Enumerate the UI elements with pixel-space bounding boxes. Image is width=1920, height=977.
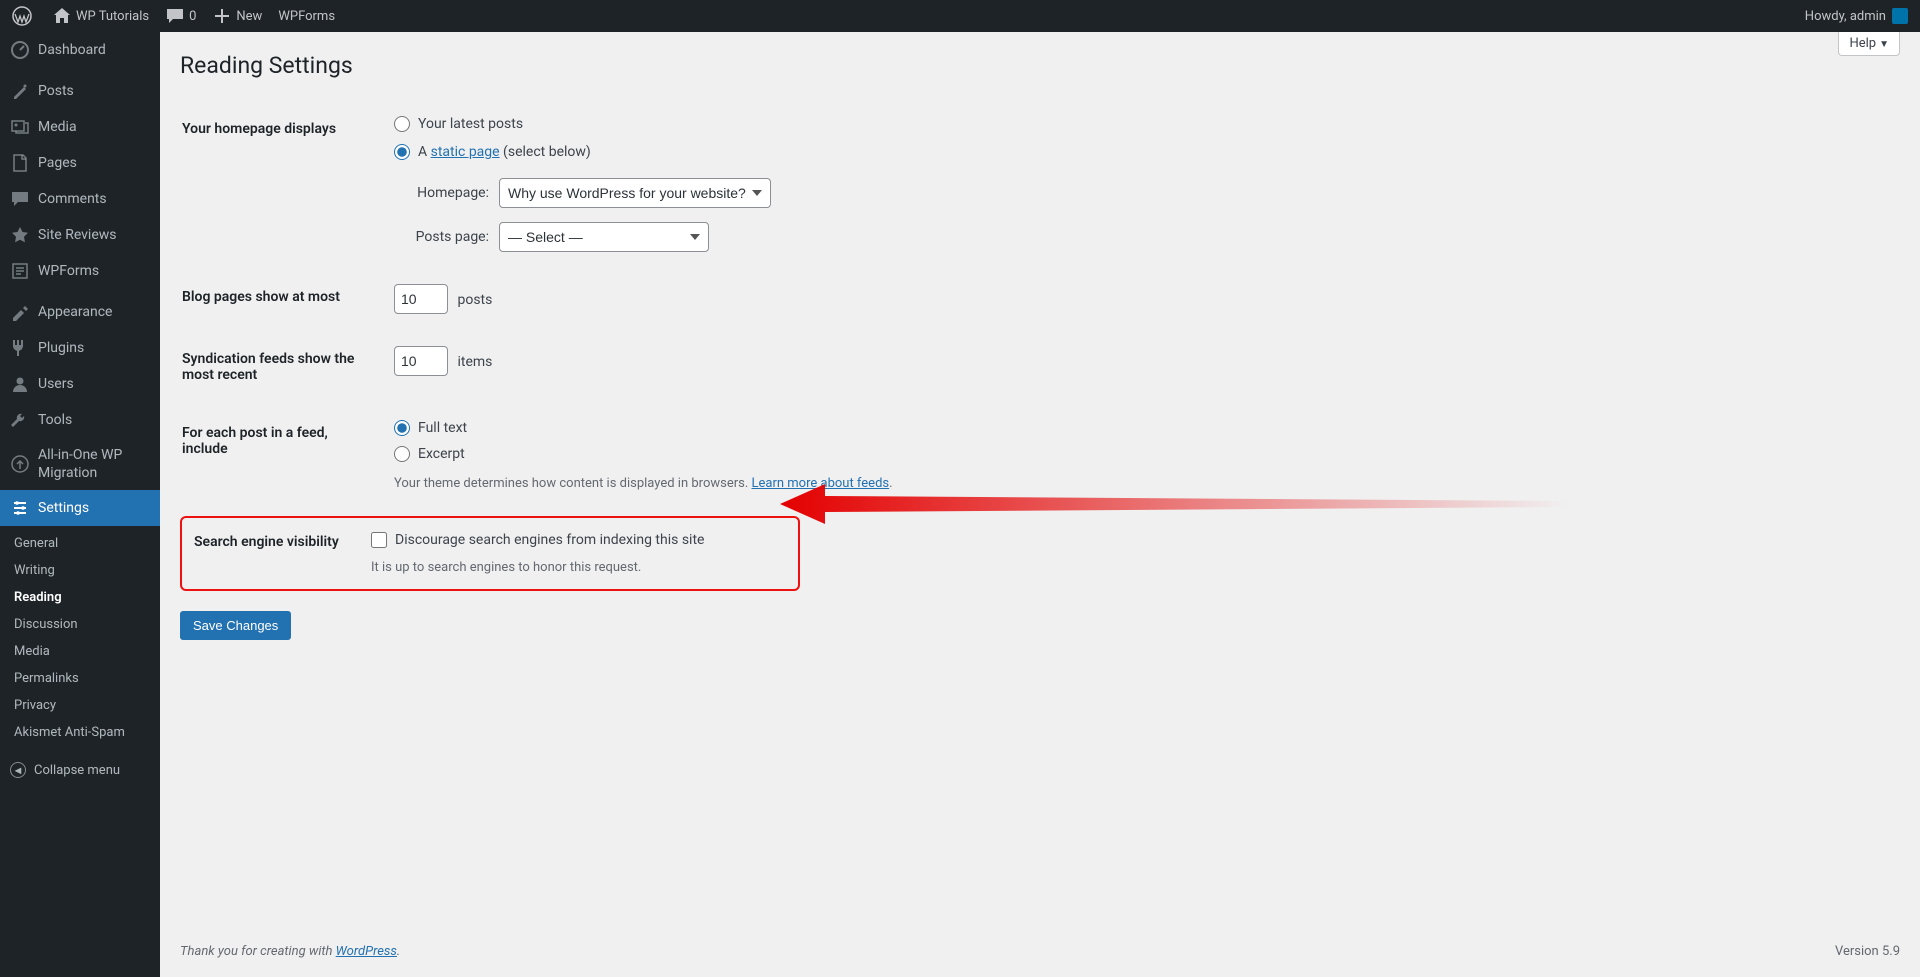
pin-icon [10, 81, 30, 101]
nav-wpforms[interactable]: WPForms [0, 253, 160, 289]
brush-icon [10, 302, 30, 322]
wpforms-icon [10, 261, 30, 281]
homepage-select[interactable]: Why use WordPress for your website? [499, 178, 771, 208]
radio-excerpt-input[interactable] [394, 446, 410, 462]
help-tab[interactable]: Help▼ [1838, 32, 1900, 56]
settings-submenu: General Writing Reading Discussion Media… [0, 526, 160, 754]
nav-media[interactable]: Media [0, 109, 160, 145]
star-icon [10, 225, 30, 245]
nav-settings[interactable]: Settings [0, 490, 160, 526]
homepage-displays-label: Your homepage displays [182, 101, 382, 267]
submenu-general[interactable]: General [0, 530, 160, 557]
static-page-link[interactable]: static page [431, 144, 500, 160]
blog-pages-unit: posts [457, 292, 492, 308]
save-changes-button[interactable]: Save Changes [180, 611, 291, 640]
media-icon [10, 117, 30, 137]
nav-comments[interactable]: Comments [0, 181, 160, 217]
posts-page-select-label: Posts page: [394, 229, 489, 245]
page-title: Reading Settings [180, 52, 1900, 79]
nav-dashboard[interactable]: Dashboard [0, 32, 160, 68]
sev-checkbox-label[interactable]: Discourage search engines from indexing … [371, 532, 704, 548]
footer-thanks: Thank you for creating with WordPress. [180, 944, 400, 959]
sev-note: It is up to search engines to honor this… [371, 560, 776, 575]
plugin-icon [10, 338, 30, 358]
home-icon [52, 6, 72, 26]
collapse-menu-button[interactable]: ◄ Collapse menu [0, 754, 160, 786]
my-account-link[interactable]: Howdy, admin [1797, 0, 1916, 32]
posts-page-select[interactable]: — Select — [499, 222, 709, 252]
search-engine-visibility-highlight: Search engine visibility Discourage sear… [180, 516, 800, 591]
feed-note: Your theme determines how content is dis… [394, 476, 1888, 491]
radio-full-text[interactable]: Full text [394, 420, 467, 436]
comment-icon [10, 189, 30, 209]
new-label: New [236, 9, 262, 24]
comments-count: 0 [189, 9, 196, 24]
footer-wordpress-link[interactable]: WordPress [336, 944, 397, 959]
syndication-unit: items [457, 354, 492, 370]
chevron-down-icon: ▼ [1879, 39, 1889, 50]
sev-label: Search engine visibility [194, 528, 369, 581]
nav-migration[interactable]: All-in-One WP Migration [0, 438, 160, 490]
homepage-select-label: Homepage: [394, 185, 489, 201]
syndication-label: Syndication feeds show the most recent [182, 331, 382, 403]
user-avatar-icon [1892, 8, 1908, 24]
comment-bubble-icon [165, 6, 185, 26]
site-title: WP Tutorials [76, 9, 149, 24]
wpforms-label: WPForms [278, 9, 335, 24]
wp-logo-menu[interactable] [4, 0, 44, 32]
submenu-permalinks[interactable]: Permalinks [0, 665, 160, 692]
site-name-link[interactable]: WP Tutorials [44, 0, 157, 32]
plus-icon [212, 6, 232, 26]
submenu-akismet[interactable]: Akismet Anti-Spam [0, 719, 160, 746]
feed-content-label: For each post in a feed, include [182, 405, 382, 506]
nav-plugins[interactable]: Plugins [0, 330, 160, 366]
sliders-icon [10, 498, 30, 518]
migrate-icon [10, 454, 30, 474]
collapse-arrow-icon: ◄ [10, 762, 26, 778]
footer-version: Version 5.9 [1835, 944, 1900, 959]
nav-tools[interactable]: Tools [0, 402, 160, 438]
page-icon [10, 153, 30, 173]
nav-posts[interactable]: Posts [0, 73, 160, 109]
submenu-reading[interactable]: Reading [0, 584, 160, 611]
user-icon [10, 374, 30, 394]
new-content-link[interactable]: New [204, 0, 270, 32]
nav-pages[interactable]: Pages [0, 145, 160, 181]
radio-latest-posts[interactable]: Your latest posts [394, 116, 523, 132]
submenu-discussion[interactable]: Discussion [0, 611, 160, 638]
wordpress-logo-icon [12, 6, 32, 26]
blog-pages-input[interactable] [394, 284, 448, 314]
radio-full-text-input[interactable] [394, 420, 410, 436]
wpforms-adminbar-link[interactable]: WPForms [270, 0, 343, 32]
submenu-privacy[interactable]: Privacy [0, 692, 160, 719]
howdy-text: Howdy, admin [1805, 9, 1886, 24]
radio-static-page[interactable]: A static page (select below) [394, 144, 591, 160]
radio-static-page-input[interactable] [394, 144, 410, 160]
comments-link[interactable]: 0 [157, 0, 204, 32]
wrench-icon [10, 410, 30, 430]
sev-checkbox[interactable] [371, 532, 387, 548]
blog-pages-label: Blog pages show at most [182, 269, 382, 329]
syndication-input[interactable] [394, 346, 448, 376]
dashboard-icon [10, 40, 30, 60]
submenu-writing[interactable]: Writing [0, 557, 160, 584]
radio-excerpt[interactable]: Excerpt [394, 446, 465, 462]
nav-site-reviews[interactable]: Site Reviews [0, 217, 160, 253]
submenu-media[interactable]: Media [0, 638, 160, 665]
learn-feeds-link[interactable]: Learn more about feeds [752, 476, 890, 491]
nav-users[interactable]: Users [0, 366, 160, 402]
nav-appearance[interactable]: Appearance [0, 294, 160, 330]
radio-latest-posts-input[interactable] [394, 116, 410, 132]
